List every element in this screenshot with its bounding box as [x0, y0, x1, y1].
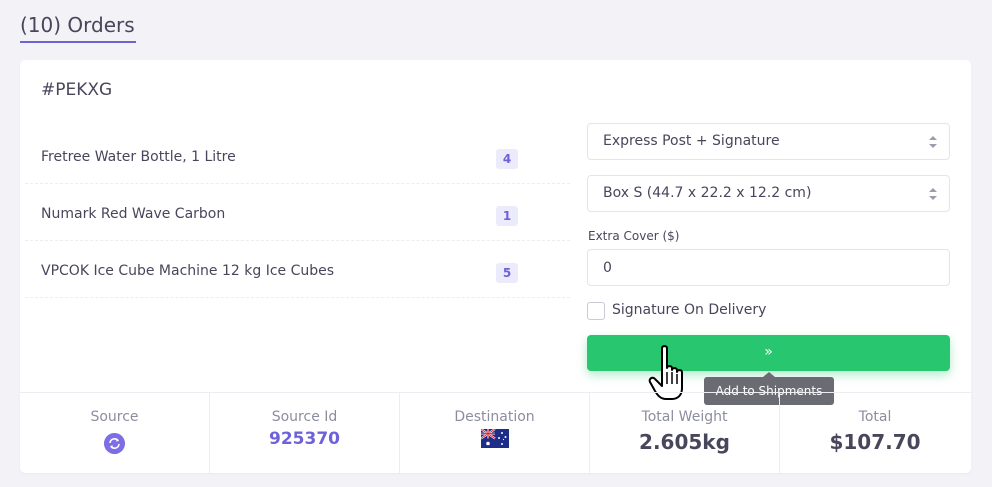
qty-badge: 5 [496, 263, 518, 283]
select-arrows-icon [929, 188, 937, 200]
source-stat: Source [20, 393, 210, 474]
extra-cover-input[interactable] [587, 249, 950, 286]
list-item: Fretree Water Bottle, 1 Litre 4 [25, 127, 570, 184]
destination-stat: Destination [400, 393, 590, 474]
source-id-label: Source Id [271, 409, 338, 425]
weight-value: 2.605kg [639, 430, 730, 454]
destination-label: Destination [454, 409, 535, 425]
item-name: Fretree Water Bottle, 1 Litre [41, 149, 236, 165]
order-card: #PEKXG Fretree Water Bottle, 1 Litre 4 N… [20, 60, 971, 474]
australia-flag-icon [481, 429, 509, 448]
signature-checkbox[interactable] [587, 302, 605, 320]
sync-icon [104, 433, 125, 454]
order-footer: Source Source Id 925370 Destination Tota… [20, 392, 971, 474]
weight-label: Total Weight [641, 409, 728, 425]
title-underline [20, 41, 136, 43]
weight-stat: Total Weight 2.605kg [590, 393, 780, 474]
source-id-stat: Source Id 925370 [210, 393, 400, 474]
box-size-value: Box S (44.7 x 22.2 x 12.2 cm) [603, 185, 812, 201]
total-stat: Total $107.70 [780, 393, 970, 474]
page-title: (10) Orders [20, 13, 135, 37]
list-item: Numark Red Wave Carbon 1 [25, 184, 570, 241]
item-name: Numark Red Wave Carbon [41, 206, 226, 222]
total-label: Total [858, 409, 892, 425]
source-label: Source [90, 409, 139, 425]
qty-badge: 1 [496, 206, 518, 226]
source-id-value[interactable]: 925370 [210, 429, 399, 449]
shipping-method-select[interactable]: Express Post + Signature [587, 123, 950, 160]
add-to-shipments-button[interactable]: » [587, 335, 950, 371]
extra-cover-label: Extra Cover ($) [588, 229, 680, 243]
list-item: VPCOK Ice Cube Machine 12 kg Ice Cubes 5 [25, 241, 570, 298]
item-name: VPCOK Ice Cube Machine 12 kg Ice Cubes [41, 263, 335, 279]
box-size-select[interactable]: Box S (44.7 x 22.2 x 12.2 cm) [587, 175, 950, 212]
order-id: #PEKXG [41, 80, 113, 100]
signature-label[interactable]: Signature On Delivery [612, 302, 766, 318]
total-value: $107.70 [829, 430, 921, 454]
shipping-method-value: Express Post + Signature [603, 133, 780, 149]
qty-badge: 4 [496, 149, 518, 169]
select-arrows-icon [929, 136, 937, 148]
